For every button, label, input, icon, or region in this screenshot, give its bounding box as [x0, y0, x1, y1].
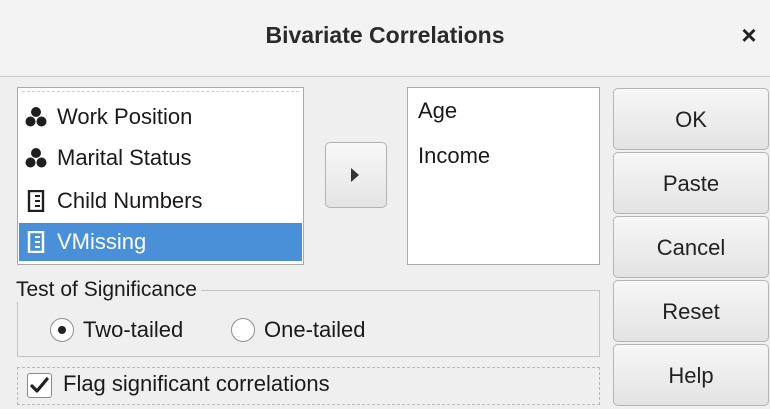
target-item-age[interactable]: Age: [418, 98, 457, 124]
move-variable-button[interactable]: [325, 142, 387, 208]
help-button[interactable]: Help: [613, 344, 769, 406]
scale-icon: [27, 190, 45, 212]
dialog-titlebar: Bivariate Correlations ×: [0, 0, 770, 77]
radio-selected-dot: [58, 326, 66, 334]
cancel-button[interactable]: Cancel: [613, 216, 769, 278]
radio-label: Two-tailed: [83, 317, 184, 342]
variable-item-work-position[interactable]: Work Position: [19, 98, 302, 136]
radio-circle: [50, 318, 74, 342]
dialog-title: Bivariate Correlations: [265, 22, 505, 48]
flag-significant-label: Flag significant correlations: [63, 371, 330, 396]
target-variable-list[interactable]: Age Income: [407, 87, 600, 265]
nominal-icon: [25, 107, 47, 127]
arrow-right-icon: [351, 168, 359, 182]
radio-label: One-tailed: [264, 317, 366, 342]
ok-button[interactable]: OK: [613, 88, 769, 150]
variable-item-child-numbers[interactable]: Child Numbers: [19, 182, 302, 220]
one-tailed-radio[interactable]: One-tailed: [231, 316, 391, 346]
reset-button[interactable]: Reset: [613, 280, 769, 342]
variable-label: Child Numbers: [57, 188, 203, 213]
checkmark-icon: [30, 377, 49, 393]
variable-label: Marital Status: [57, 145, 192, 170]
target-item-income[interactable]: Income: [418, 143, 490, 169]
variable-label: VMissing: [57, 229, 147, 254]
source-variable-list[interactable]: Work Position Marital Status Child Numbe…: [17, 87, 304, 265]
significance-group-legend: Test of Significance: [12, 278, 201, 302]
variable-item-vmissing[interactable]: VMissing: [19, 223, 302, 261]
two-tailed-radio[interactable]: Two-tailed: [50, 316, 220, 346]
flag-significant-checkbox[interactable]: [27, 373, 52, 398]
nominal-icon: [25, 148, 47, 168]
radio-circle: [231, 318, 255, 342]
close-icon[interactable]: ×: [734, 20, 764, 50]
variable-label: Work Position: [57, 104, 193, 129]
variable-item-marital-status[interactable]: Marital Status: [19, 139, 302, 177]
scale-icon: [27, 231, 45, 253]
list-divider: [22, 91, 299, 92]
paste-button[interactable]: Paste: [613, 152, 769, 214]
